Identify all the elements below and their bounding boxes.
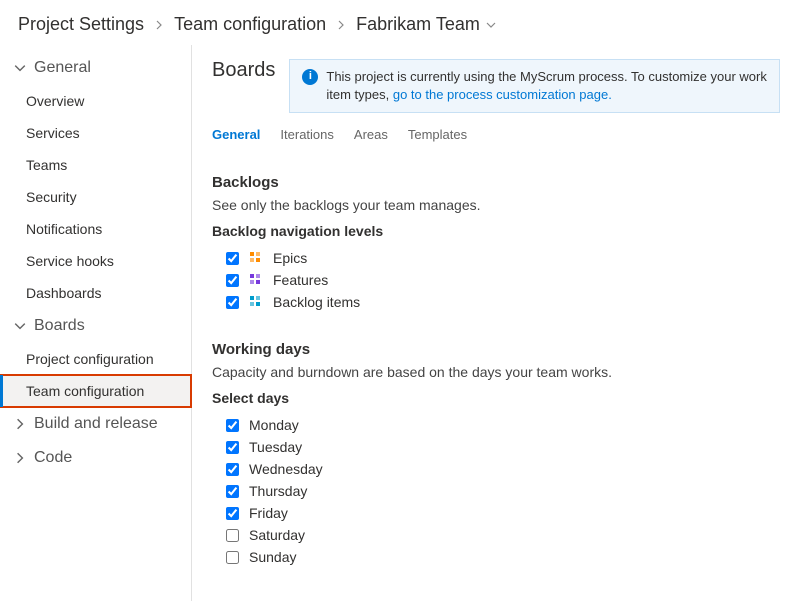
backlog-nav-subhead: Backlog navigation levels [212,223,780,239]
backlog-level-label: Epics [273,250,307,266]
info-icon: i [302,69,318,85]
sidebar-item-overview[interactable]: Overview [0,85,191,117]
chevron-icon [14,62,26,74]
info-banner: i This project is currently using the My… [289,59,780,113]
chevron-icon [14,320,26,332]
working-days-section: Working days Capacity and burndown are b… [212,341,780,568]
breadcrumb-mid[interactable]: Team configuration [174,14,326,35]
sidebar-item-dashboards[interactable]: Dashboards [0,277,191,309]
day-label: Tuesday [249,439,302,455]
breadcrumb-leaf-label: Fabrikam Team [356,14,480,35]
sidebar-group-code[interactable]: Code [0,441,191,475]
sidebar-group-label: Code [34,449,72,467]
sidebar-group-label: Build and release [34,415,158,433]
day-checkbox[interactable] [226,529,239,542]
sidebar-group-boards[interactable]: Boards [0,309,191,343]
tab-areas[interactable]: Areas [354,127,388,146]
day-row: Saturday [212,524,780,546]
day-label: Monday [249,417,299,433]
backlog-level-icon [249,273,263,287]
days-list: Monday Tuesday Wednesday Thursday Friday Satu… [212,414,780,568]
working-days-desc: Capacity and burndown are based on the d… [212,364,780,380]
day-checkbox[interactable] [226,463,239,476]
page-title: Boards [212,59,275,82]
chevron-right-icon [154,14,164,35]
backlog-level-icon [249,295,263,309]
sidebar-item-team-configuration[interactable]: Team configuration [0,375,191,407]
tab-iterations[interactable]: Iterations [280,127,333,146]
breadcrumb-leaf[interactable]: Fabrikam Team [356,14,496,35]
day-row: Thursday [212,480,780,502]
sidebar-item-service-hooks[interactable]: Service hooks [0,245,191,277]
breadcrumb: Project Settings Team configuration Fabr… [0,0,796,45]
backlog-level-label: Backlog items [273,294,360,310]
day-row: Monday [212,414,780,436]
sidebar-item-project-configuration[interactable]: Project configuration [0,343,191,375]
sidebar-item-notifications[interactable]: Notifications [0,213,191,245]
breadcrumb-root[interactable]: Project Settings [18,14,144,35]
day-checkbox[interactable] [226,507,239,520]
chevron-icon [14,418,26,430]
process-customization-link[interactable]: go to the process customization page. [393,87,612,102]
tab-general[interactable]: General [212,127,260,146]
day-label: Sunday [249,549,296,565]
backlog-level-checkbox[interactable] [226,296,239,309]
day-label: Saturday [249,527,305,543]
backlog-levels-list: Epics Features Backlog items [212,247,780,313]
sidebar-group-build-and-release[interactable]: Build and release [0,407,191,441]
backlogs-heading: Backlogs [212,174,780,191]
day-label: Friday [249,505,288,521]
backlogs-desc: See only the backlogs your team manages. [212,197,780,213]
sidebar-group-label: General [34,59,91,77]
info-banner-text: This project is currently using the MySc… [326,68,767,104]
backlog-level-checkbox[interactable] [226,252,239,265]
chevron-right-icon [336,14,346,35]
day-row: Wednesday [212,458,780,480]
backlogs-section: Backlogs See only the backlogs your team… [212,174,780,313]
sidebar-group-label: Boards [34,317,85,335]
backlog-level-label: Features [273,272,328,288]
working-days-heading: Working days [212,341,780,358]
sidebar-group-general[interactable]: General [0,51,191,85]
tabs: General Iterations Areas Templates [212,127,780,146]
day-row: Sunday [212,546,780,568]
backlog-level-checkbox[interactable] [226,274,239,287]
sidebar-item-services[interactable]: Services [0,117,191,149]
day-row: Friday [212,502,780,524]
chevron-icon [14,452,26,464]
main-content: Boards i This project is currently using… [192,45,796,601]
day-label: Thursday [249,483,307,499]
day-checkbox[interactable] [226,441,239,454]
sidebar: General OverviewServicesTeamsSecurityNoti… [0,45,192,601]
backlog-level-row: Backlog items [212,291,780,313]
day-label: Wednesday [249,461,323,477]
sidebar-item-security[interactable]: Security [0,181,191,213]
day-checkbox[interactable] [226,419,239,432]
tab-templates[interactable]: Templates [408,127,467,146]
backlog-level-icon [249,251,263,265]
sidebar-item-teams[interactable]: Teams [0,149,191,181]
backlog-level-row: Epics [212,247,780,269]
chevron-down-icon[interactable] [486,14,496,35]
backlog-level-row: Features [212,269,780,291]
day-checkbox[interactable] [226,485,239,498]
select-days-subhead: Select days [212,390,780,406]
day-row: Tuesday [212,436,780,458]
day-checkbox[interactable] [226,551,239,564]
